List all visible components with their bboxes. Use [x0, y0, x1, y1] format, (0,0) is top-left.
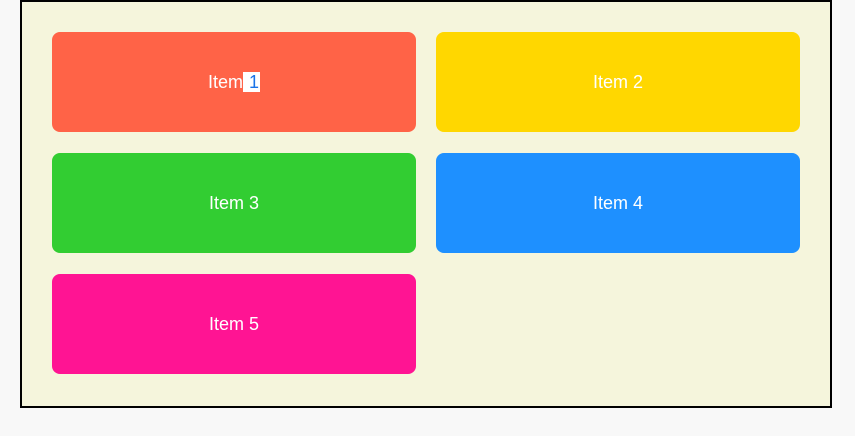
grid-container: Item 1 Item 2 Item 3 Item 4 Item 5	[20, 0, 832, 408]
item-card-4[interactable]: Item 4	[436, 153, 800, 253]
item-label: Item 3	[208, 193, 260, 213]
item-label: Item 2	[592, 72, 644, 92]
item-label: Item 1	[207, 72, 261, 92]
item-card-1[interactable]: Item 1	[52, 32, 416, 132]
item-label: Item 4	[592, 193, 644, 213]
item-card-5[interactable]: Item 5	[52, 274, 416, 374]
item-label: Item 5	[208, 314, 260, 334]
item-card-3[interactable]: Item 3	[52, 153, 416, 253]
selected-text: 1	[243, 72, 261, 92]
item-grid: Item 1 Item 2 Item 3 Item 4 Item 5	[52, 32, 800, 374]
item-card-2[interactable]: Item 2	[436, 32, 800, 132]
